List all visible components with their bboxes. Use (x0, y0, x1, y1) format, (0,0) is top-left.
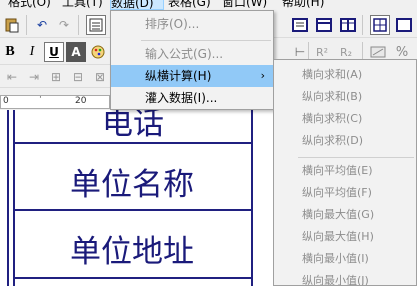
palette-icon[interactable] (88, 42, 108, 62)
cell-unit-name[interactable]: 单位名称 (70, 159, 194, 204)
submenu-item-col-min[interactable]: 纵向最小值(J) (274, 270, 416, 285)
menu-data[interactable]: 数据(D) (110, 0, 164, 10)
indent-right-icon[interactable]: ⇥ (24, 67, 44, 87)
menu-item-input-formula[interactable]: 输入公式(G)... (111, 43, 273, 65)
menu-item-fill-data[interactable]: 灌入数据(I)... (111, 87, 273, 109)
cross-calc-submenu: 横向求和(A) 纵向求和(B) 横向求积(C) 纵向求积(D) 横向平均值(E)… (273, 59, 417, 286)
ruler-mark-end: 20 (75, 96, 87, 106)
submenu-separator (298, 157, 414, 158)
underline-button[interactable]: U (44, 42, 64, 62)
submenu-arrow-icon: › (260, 69, 265, 82)
menu-table[interactable]: 表格(G) (168, 0, 211, 10)
bold-button[interactable]: B (0, 42, 20, 62)
submenu-item-row-max[interactable]: 横向最大值(G) (274, 204, 416, 226)
indent-left-icon[interactable]: ⇤ (2, 67, 22, 87)
toolbar-separator (362, 15, 363, 35)
submenu-item-col-max[interactable]: 纵向最大值(H) (274, 226, 416, 248)
menu-separator (141, 40, 271, 41)
table-frame-icon[interactable] (394, 15, 414, 35)
submenu-item-row-product[interactable]: 横向求积(C) (274, 108, 416, 130)
submenu-item-col-average[interactable]: 纵向平均值(F) (274, 182, 416, 204)
table-grid-icon[interactable] (370, 15, 390, 35)
menu-bar: 格式(O) 工具(T) 数据(D) 表格(G) 窗口(W) 帮助(H) (0, 0, 417, 10)
menu-item-cross-calc[interactable]: 纵横计算(H) › (111, 65, 273, 87)
cell-unit-address[interactable]: 单位地址 (70, 226, 194, 271)
menu-item-cross-calc-label: 纵横计算(H) (145, 69, 212, 83)
paste-icon[interactable] (2, 15, 22, 35)
toolbar-separator (78, 15, 79, 35)
table-border-right (251, 110, 253, 286)
menu-format[interactable]: 格式(O) (8, 0, 51, 10)
ruler[interactable]: 0 · 20 (0, 93, 110, 109)
data-menu: 排序(O)... 输入公式(G)... 纵横计算(H) › 灌入数据(I)... (110, 10, 274, 110)
toolbar-separator (26, 15, 27, 35)
menu-window[interactable]: 窗口(W) (222, 0, 267, 10)
ruler-mark-start: 0 (3, 96, 9, 106)
delete-row-icon[interactable]: ⊟ (68, 67, 88, 87)
table-border-left-inner (13, 110, 15, 286)
undo-icon[interactable]: ↶ (32, 15, 52, 35)
menu-tools[interactable]: 工具(T) (62, 0, 103, 10)
merge-cells-icon[interactable]: ⊠ (90, 67, 110, 87)
menu-help[interactable]: 帮助(H) (282, 0, 324, 10)
table-border-left-outer (7, 110, 9, 286)
ruler-tick: · (39, 93, 42, 103)
text-frame-icon[interactable] (290, 15, 310, 35)
italic-button[interactable]: I (22, 42, 42, 62)
form-icon[interactable] (86, 15, 106, 35)
row-divider (13, 209, 253, 211)
redo-icon[interactable]: ↷ (54, 15, 74, 35)
submenu-item-row-min[interactable]: 横向最小值(I) (274, 248, 416, 270)
submenu-item-col-sum[interactable]: 纵向求和(B) (274, 86, 416, 108)
split-rows-icon[interactable] (314, 15, 334, 35)
row-divider (13, 277, 253, 279)
font-color-button[interactable]: A (66, 42, 86, 62)
submenu-item-row-average[interactable]: 横向平均值(E) (274, 160, 416, 182)
submenu-item-col-product[interactable]: 纵向求积(D) (274, 130, 416, 152)
submenu-item-row-sum[interactable]: 横向求和(A) (274, 64, 416, 86)
insert-row-icon[interactable]: ⊞ (46, 67, 66, 87)
split-columns-icon[interactable] (338, 15, 358, 35)
menu-item-sort[interactable]: 排序(O)... (111, 13, 273, 35)
